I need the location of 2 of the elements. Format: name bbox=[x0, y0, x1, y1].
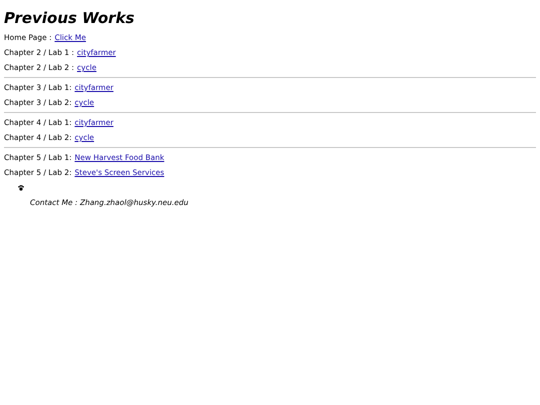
page-title: Previous Works bbox=[4, 9, 136, 27]
paw-icon bbox=[18, 185, 24, 191]
